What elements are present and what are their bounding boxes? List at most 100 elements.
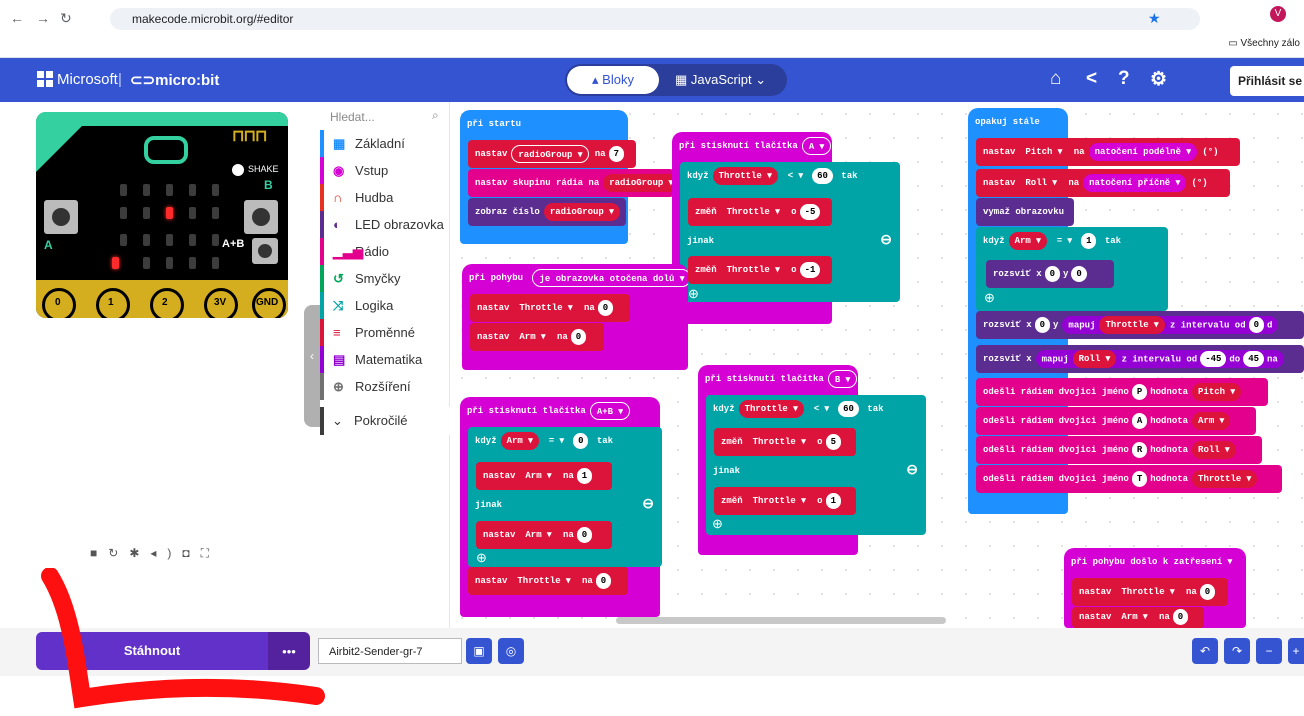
horizontal-scrollbar[interactable] [616,617,946,624]
set-variable-block[interactable]: nastav radioGroup ▾ na 7 [468,140,636,168]
set-variable-block[interactable]: nastav Throttle ▾ na 0 [470,294,630,322]
button-dropdown[interactable]: A+B ▾ [589,401,630,420]
plot-block[interactable]: rozsviť x0y0 [986,260,1114,288]
reload-icon[interactable]: ↻ [60,10,72,27]
remove-else-icon[interactable]: ⊖ [906,457,918,485]
set-variable-block[interactable]: nastav Throttle ▾ na 0 [1072,578,1228,606]
variable-dropdown[interactable]: Arm ▾ [513,327,552,346]
set-variable-block[interactable]: nastav Arm ▾ na 1 [476,462,612,490]
download-button[interactable]: Stáhnout [36,632,268,670]
map-block[interactable]: mapuj Throttle ▾ z intervalu od 0 d [1062,315,1279,334]
variable-dropdown[interactable]: Arm ▾ [519,525,558,544]
mute-icon[interactable]: ◂) [150,546,182,560]
show-number-block[interactable]: zobraz číslo radioGroup ▾ [468,198,626,226]
operator-dropdown[interactable]: < ▾ [807,399,836,418]
javascript-tab[interactable]: ▦ JavaScript ⌄ [675,64,766,96]
variable-dropdown[interactable]: Throttle ▾ [513,298,579,317]
fullscreen-icon[interactable]: ⛶ [201,546,220,560]
redo-icon[interactable]: ↷ [1224,638,1250,664]
toolbox-search-input[interactable]: Hledat... ⌕ [320,102,450,130]
operator-dropdown[interactable]: = ▾ [1050,231,1079,250]
button-b[interactable] [244,200,278,234]
set-variable-block[interactable]: nastav Roll ▾ na natočení příčně ▾ (°) [976,169,1230,197]
number-input[interactable]: 1 [1081,232,1097,249]
collapse-simulator-button[interactable]: ‹ [304,305,320,427]
variable-dropdown[interactable]: radioGroup ▾ [603,173,674,192]
restart-icon[interactable]: ↻ [108,546,129,560]
gesture-dropdown[interactable]: je obrazovka otočena dolů ▾ [532,268,688,287]
microbit-simulator[interactable]: ⊓⊓⊓ SHAKE A B A+B 0 1 2 3V GND [36,112,288,318]
remove-else-icon[interactable]: ⊖ [642,491,654,519]
button-a[interactable] [44,200,78,234]
category-basic[interactable]: ▦ Základní [320,130,450,157]
change-variable-block[interactable]: změň Throttle ▾ o1 [714,487,856,515]
number-input[interactable]: -1 [799,261,821,278]
text-input[interactable]: A [1131,412,1148,429]
debug-icon[interactable]: ✱ [129,546,150,560]
change-variable-block[interactable]: změň Throttle ▾ o5 [714,428,856,456]
number-input[interactable]: 1 [825,492,841,509]
variable-dropdown[interactable]: Roll ▾ [1019,173,1063,192]
button-dropdown[interactable]: A ▾ [801,136,832,155]
button-dropdown[interactable]: B ▾ [827,369,858,388]
radio-send-value-block[interactable]: odešli rádiem dvojici jméno Phodnota Pitch… [976,378,1268,406]
shake-button-icon[interactable] [232,164,244,176]
settings-gear-icon[interactable]: ⚙ [1150,68,1167,91]
zoom-out-icon[interactable]: − [1256,638,1282,664]
number-input[interactable]: 0 [1044,265,1061,282]
stop-icon[interactable]: ■ [90,546,108,560]
category-input[interactable]: ◉ Vstup [320,157,450,184]
number-input[interactable]: 0 [1248,316,1265,333]
help-icon[interactable]: ? [1118,68,1130,90]
variable-dropdown[interactable]: Throttle ▾ [746,432,812,451]
category-led[interactable]: ◐ LED obrazovka [320,211,450,238]
login-button[interactable]: Přihlásit se [1230,66,1304,96]
number-input[interactable]: 0 [597,299,614,316]
number-input[interactable]: 0 [576,526,593,543]
set-variable-block[interactable]: nastav Arm ▾ na 0 [476,521,612,549]
remove-else-icon[interactable]: ⊖ [880,227,892,255]
variable-dropdown[interactable]: Throttle ▾ [712,166,778,185]
home-icon[interactable]: ⌂ [1050,68,1061,90]
variable-dropdown[interactable]: Throttle ▾ [738,399,804,418]
github-icon[interactable]: ◎ [498,638,524,664]
rotation-dropdown[interactable]: natočení podélně ▾ [1088,142,1197,161]
set-variable-block[interactable]: nastav Pitch ▾ na natočení podélně ▾ (°) [976,138,1240,166]
map-block[interactable]: mapuj Roll ▾ z intervalu od -45 do 45 na [1035,349,1284,368]
address-bar[interactable]: makecode.microbit.org/#editor [110,8,1200,30]
number-input[interactable]: 0 [573,432,589,449]
text-input[interactable]: T [1131,470,1148,487]
number-input[interactable]: -5 [799,203,821,220]
zoom-in-icon[interactable]: + [1288,638,1304,664]
category-music[interactable]: ∩ Hudba [320,184,450,211]
number-input[interactable]: 60 [812,167,833,184]
variable-dropdown[interactable]: Roll ▾ [1192,440,1236,459]
variable-dropdown[interactable]: Roll ▾ [1072,349,1117,368]
category-advanced[interactable]: ⌄ Pokročilé [320,407,450,435]
variable-dropdown[interactable]: Throttle ▾ [1099,315,1165,334]
change-variable-block[interactable]: změň Throttle ▾ o -1 [688,256,832,284]
clear-screen-block[interactable]: vymaž obrazovku [976,198,1074,226]
variable-dropdown[interactable]: Throttle ▾ [1192,469,1258,488]
variable-dropdown[interactable]: Throttle ▾ [720,260,786,279]
download-more-button[interactable]: ••• [268,632,310,670]
variable-dropdown[interactable]: radioGroup ▾ [511,144,590,163]
forward-icon[interactable]: → [36,10,50,26]
set-variable-block[interactable]: nastav Arm ▾ na 0 [470,323,604,351]
operator-dropdown[interactable]: = ▾ [542,431,571,450]
radio-send-value-block[interactable]: odešli rádiem dvojici jméno Rhodnota Roll … [976,436,1262,464]
number-input[interactable]: 1 [576,467,593,484]
share-icon[interactable]: < [1086,68,1097,90]
variable-dropdown[interactable]: Pitch ▾ [1192,382,1241,401]
category-variables[interactable]: ≡ Proměnné [320,319,450,346]
number-input[interactable]: 5 [825,433,841,450]
project-name-input[interactable]: Airbit2-Sender-gr-7 [318,638,462,664]
undo-icon[interactable]: ↶ [1192,638,1218,664]
variable-dropdown[interactable]: Throttle ▾ [720,202,786,221]
variable-dropdown[interactable]: Arm ▾ [519,466,558,485]
number-input[interactable]: 0 [595,572,612,589]
number-input[interactable]: 0 [1034,316,1051,333]
category-loops[interactable]: ↺ Smyčky [320,265,450,292]
plot-mapped-block[interactable]: rozsviť x mapuj Roll ▾ z intervalu od -45 do… [976,345,1304,373]
add-else-icon[interactable]: ⊕ [984,290,995,306]
